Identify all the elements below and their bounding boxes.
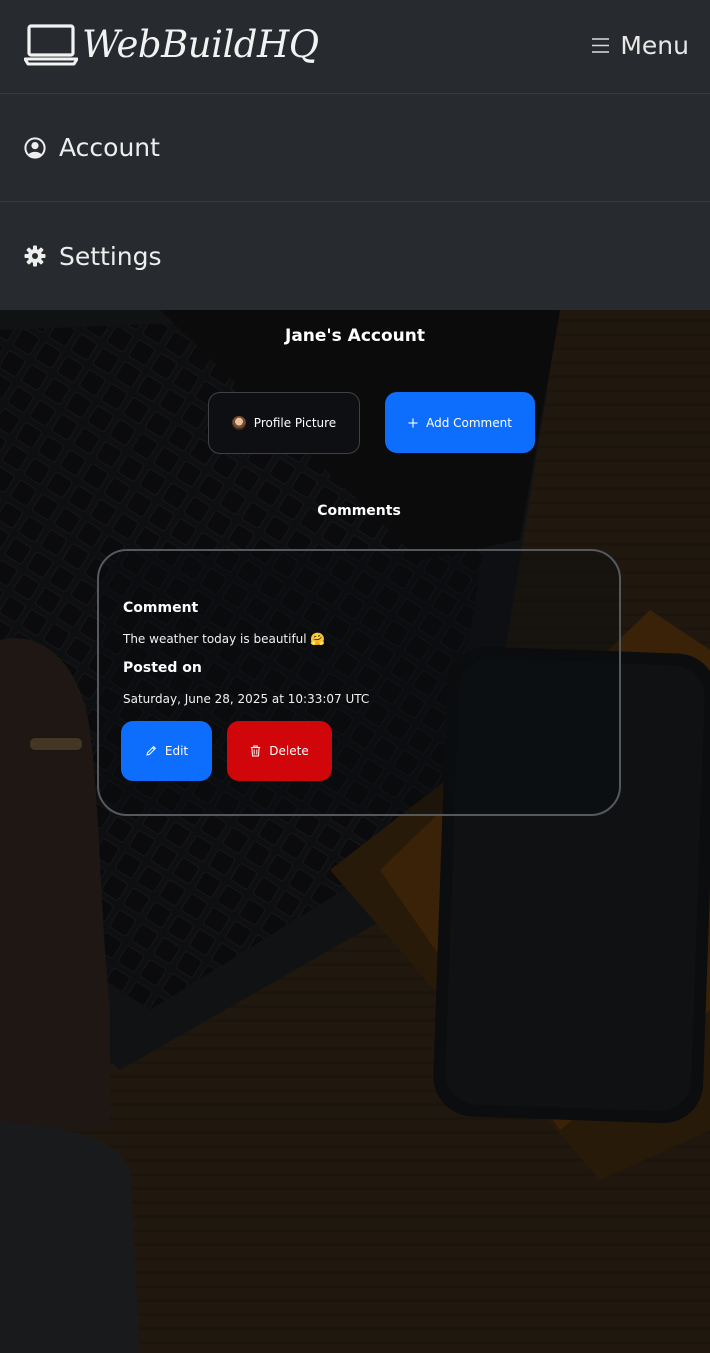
trash-icon <box>250 745 261 757</box>
posted-on-label: Posted on <box>123 660 202 676</box>
brand-name: WebBuildHQ <box>82 23 319 66</box>
menu-toggle-button[interactable]: Menu <box>591 28 689 62</box>
plus-icon <box>408 418 418 428</box>
pencil-icon <box>145 745 157 757</box>
background-photo <box>0 310 710 1353</box>
gear-icon <box>24 245 46 267</box>
avatar-icon <box>231 416 246 430</box>
delete-button[interactable]: Delete <box>227 721 332 781</box>
hamburger-icon <box>592 37 610 53</box>
brand-logo[interactable]: WebBuildHQ <box>24 22 319 68</box>
menu-label: Menu <box>620 30 689 60</box>
add-comment-button[interactable]: Add Comment <box>385 392 535 453</box>
comments-heading: Comments <box>317 503 401 519</box>
comment-text: The weather today is beautiful 🤗 <box>123 632 326 646</box>
person-circle-icon <box>24 136 46 159</box>
posted-on-value: Saturday, June 28, 2025 at 10:33:07 UTC <box>123 692 370 706</box>
nav-item-account[interactable]: Account <box>0 94 710 202</box>
desk-photo-image <box>0 310 710 1353</box>
profile-picture-button[interactable]: Profile Picture <box>208 392 360 454</box>
profile-picture-label: Profile Picture <box>253 416 337 430</box>
edit-label: Edit <box>164 744 189 758</box>
page-title: Jane's Account <box>285 326 425 346</box>
laptop-icon <box>24 24 78 66</box>
edit-button[interactable]: Edit <box>121 721 212 781</box>
delete-label: Delete <box>269 744 309 758</box>
comment-label: Comment <box>123 600 199 616</box>
nav-label-account: Account <box>59 133 160 162</box>
add-comment-label: Add Comment <box>426 415 512 430</box>
nav-item-settings[interactable]: Settings <box>0 202 710 310</box>
nav-label-settings: Settings <box>59 241 162 271</box>
top-navbar: WebBuildHQ Menu <box>0 0 710 94</box>
